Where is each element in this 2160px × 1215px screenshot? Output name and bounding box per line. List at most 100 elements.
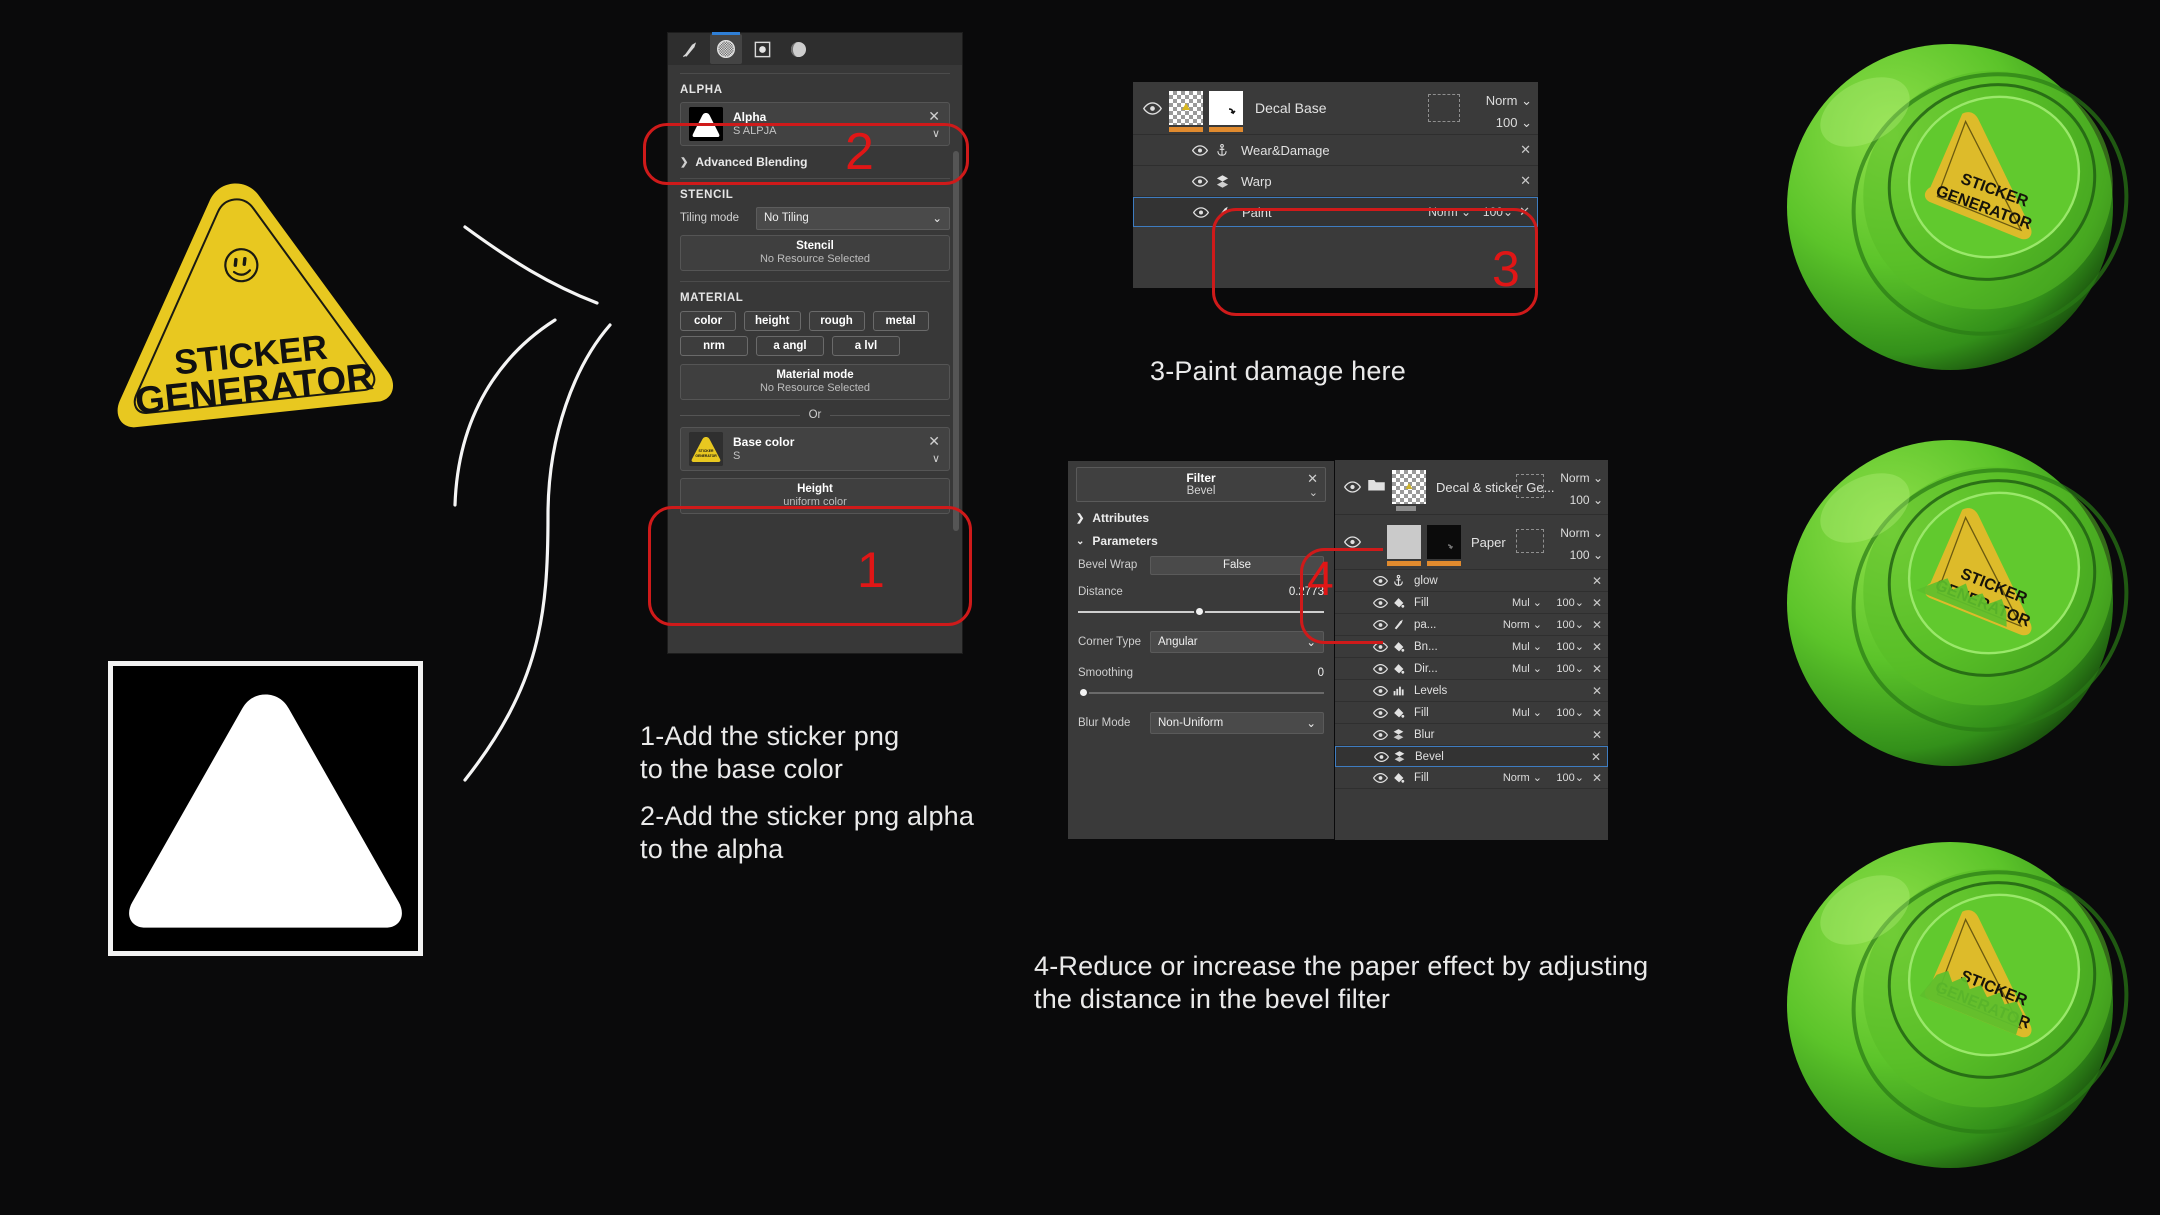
close-icon[interactable]: ✕ xyxy=(1592,640,1602,654)
material-channel-chips[interactable]: color height rough metal xyxy=(680,311,950,331)
distance-slider[interactable] xyxy=(1078,606,1324,618)
blur-mode-row[interactable]: Blur Mode Non-Uniform ⌄ xyxy=(1078,712,1324,734)
close-icon[interactable]: ✕ xyxy=(1592,684,1602,698)
group-thumbnail[interactable] xyxy=(1392,470,1426,511)
bevel-filter-panel[interactable]: Filter Bevel ✕ ⌄ ❯ Attributes ⌄ Paramete… xyxy=(1068,461,1334,839)
chip-height[interactable]: height xyxy=(744,311,801,331)
effect-row-glow[interactable]: glow ✕ xyxy=(1335,570,1608,592)
effect-row-dir[interactable]: Dir... Mul ⌄ 100⌄ ✕ xyxy=(1335,658,1608,680)
effect-opacity[interactable]: 100⌄ xyxy=(1556,706,1584,719)
close-icon[interactable]: ✕ xyxy=(1592,662,1602,676)
group-row-decal-sticker[interactable]: Decal & sticker Ge... Norm ⌄ 100 ⌄ xyxy=(1335,460,1608,515)
paper-thumbnail-color[interactable] xyxy=(1387,525,1421,566)
effect-row-blur[interactable]: Blur ✕ xyxy=(1335,724,1608,746)
effect-row-bn[interactable]: Bn... Mul ⌄ 100⌄ ✕ xyxy=(1335,636,1608,658)
tiling-mode-row[interactable]: Tiling mode No Tiling ⌄ xyxy=(680,206,950,230)
effect-opacity[interactable]: 100⌄ xyxy=(1556,640,1584,653)
group-mask-placeholder[interactable] xyxy=(1516,474,1544,498)
close-icon[interactable]: ✕ xyxy=(1592,771,1602,785)
base-color-remove-icon[interactable]: ✕ xyxy=(928,434,940,448)
tab-shading[interactable] xyxy=(782,34,814,64)
effect-row-pa[interactable]: pa... Norm ⌄ 100⌄ ✕ xyxy=(1335,614,1608,636)
effect-row-fill[interactable]: Fill Norm ⌄ 100⌄ ✕ xyxy=(1335,767,1608,789)
eye-icon[interactable] xyxy=(1339,536,1365,548)
material-mode-button[interactable]: Material mode No Resource Selected xyxy=(680,364,950,400)
close-icon[interactable]: ✕ xyxy=(1520,142,1531,158)
chip-nrm[interactable]: nrm xyxy=(680,336,748,356)
effect-opacity[interactable]: 100⌄ xyxy=(1556,662,1584,675)
stencil-resource-button[interactable]: Stencil No Resource Selected xyxy=(680,235,950,271)
corner-type-row[interactable]: Corner Type Angular ⌄ xyxy=(1078,631,1324,653)
effect-blend[interactable]: Mul ⌄ xyxy=(1512,596,1542,609)
close-icon[interactable]: ✕ xyxy=(1519,204,1530,220)
close-icon[interactable]: ✕ xyxy=(1592,706,1602,720)
effect-row-fill[interactable]: Fill Mul ⌄ 100⌄ ✕ xyxy=(1335,592,1608,614)
group-mask-placeholder[interactable] xyxy=(1516,529,1544,553)
alpha-expand-chevron-down-icon[interactable]: ∨ xyxy=(932,129,940,140)
eye-icon[interactable] xyxy=(1371,707,1389,718)
eye-icon[interactable] xyxy=(1189,144,1211,156)
decal-layer-panel[interactable]: Decal Base Norm ⌄ 100 ⌄ Wear&Damage ✕ Wa… xyxy=(1133,82,1538,288)
effect-opacity[interactable]: 100⌄ xyxy=(1556,618,1584,631)
eye-icon[interactable] xyxy=(1189,175,1211,187)
layer-mask-placeholder[interactable] xyxy=(1428,94,1460,122)
effect-row-bevel[interactable]: Bevel ✕ xyxy=(1335,746,1608,767)
paper-thumbnail-mask[interactable] xyxy=(1427,525,1461,566)
effect-blend[interactable]: Mul ⌄ xyxy=(1512,640,1542,653)
eye-icon[interactable] xyxy=(1339,481,1365,493)
smoothing-value[interactable]: 0 xyxy=(1150,667,1324,679)
advanced-blending-toggle[interactable]: ❯ Advanced Blending xyxy=(680,155,962,169)
close-icon[interactable]: ✕ xyxy=(1592,728,1602,742)
effect-blend[interactable]: Norm ⌄ xyxy=(1503,771,1542,784)
eye-icon[interactable] xyxy=(1371,575,1389,586)
effect-list[interactable]: glow ✕ Fill Mul ⌄ 100⌄ ✕ pa... Norm ⌄ 100⌄ ✕ Bn...… xyxy=(1335,570,1608,789)
distance-slider-knob[interactable] xyxy=(1193,606,1205,617)
height-resource-button[interactable]: Height uniform color xyxy=(680,478,950,514)
eye-icon[interactable] xyxy=(1371,641,1389,652)
close-icon[interactable]: ✕ xyxy=(1592,574,1602,588)
chip-rough[interactable]: rough xyxy=(808,311,865,331)
layer-row-warp[interactable]: Warp ✕ xyxy=(1133,166,1538,197)
bevel-wrap-value[interactable]: False xyxy=(1150,555,1324,575)
smoothing-slider[interactable] xyxy=(1078,687,1324,699)
base-color-resource-slot[interactable]: STICKER GENERATOR Base color S ✕ ∨ xyxy=(680,427,950,471)
alpha-remove-icon[interactable]: ✕ xyxy=(928,109,940,123)
close-icon[interactable]: ✕ xyxy=(1520,173,1531,189)
blur-mode-select[interactable]: Non-Uniform ⌄ xyxy=(1150,712,1324,734)
group-row-paper[interactable]: Paper Norm ⌄ 100 ⌄ xyxy=(1335,515,1608,570)
eye-icon[interactable] xyxy=(1371,619,1389,630)
filter-header[interactable]: Filter Bevel ✕ ⌄ xyxy=(1076,467,1326,502)
effect-opacity[interactable]: 100⌄ xyxy=(1556,771,1584,784)
layer-row-decal-base[interactable]: Decal Base Norm ⌄ 100 ⌄ xyxy=(1133,82,1538,135)
material-properties-panel[interactable]: ALPHA Alpha S ALPJA ✕ ∨ ❯ Advanced Blend… xyxy=(668,32,962,653)
close-icon[interactable]: ✕ xyxy=(1592,618,1602,632)
eye-icon[interactable] xyxy=(1372,751,1390,762)
alpha-resource-slot[interactable]: Alpha S ALPJA ✕ ∨ xyxy=(680,102,950,146)
effect-opacity[interactable]: 100⌄ xyxy=(1483,205,1513,219)
chip-color[interactable]: color xyxy=(680,311,736,331)
close-icon[interactable]: ✕ xyxy=(1591,750,1601,764)
effect-row-fill[interactable]: Fill Mul ⌄ 100⌄ ✕ xyxy=(1335,702,1608,724)
layer-row-wear-damage[interactable]: Wear&Damage ✕ xyxy=(1133,135,1538,166)
layer-thumbnail-color[interactable] xyxy=(1169,91,1203,132)
layer-blend-controls[interactable]: Norm ⌄ 100 ⌄ xyxy=(1486,90,1532,134)
close-icon[interactable]: ✕ xyxy=(1592,596,1602,610)
effect-blend[interactable]: Mul ⌄ xyxy=(1512,662,1542,675)
effect-row-levels[interactable]: Levels ✕ xyxy=(1335,680,1608,702)
tiling-mode-select[interactable]: No Tiling ⌄ xyxy=(756,206,950,230)
material-panel-tabs[interactable] xyxy=(668,32,962,65)
base-color-chevron-down-icon[interactable]: ∨ xyxy=(932,454,940,465)
close-icon[interactable]: ✕ xyxy=(1307,471,1318,487)
effect-blend[interactable]: Norm ⌄ xyxy=(1503,618,1542,631)
chip-a-angl[interactable]: a angl xyxy=(756,336,824,356)
parameters-accordion[interactable]: ⌄ Parameters xyxy=(1076,534,1334,548)
distance-value[interactable]: 0.2773 xyxy=(1150,586,1324,598)
tab-material[interactable] xyxy=(710,32,742,64)
tab-brush[interactable] xyxy=(674,34,706,64)
attributes-accordion[interactable]: ❯ Attributes xyxy=(1076,511,1334,525)
group-blend-controls[interactable]: Norm ⌄ 100 ⌄ xyxy=(1560,468,1603,511)
eye-icon[interactable] xyxy=(1190,206,1212,218)
eye-icon[interactable] xyxy=(1371,663,1389,674)
eye-icon[interactable] xyxy=(1371,685,1389,696)
chip-a-lvl[interactable]: a lvl xyxy=(832,336,900,356)
